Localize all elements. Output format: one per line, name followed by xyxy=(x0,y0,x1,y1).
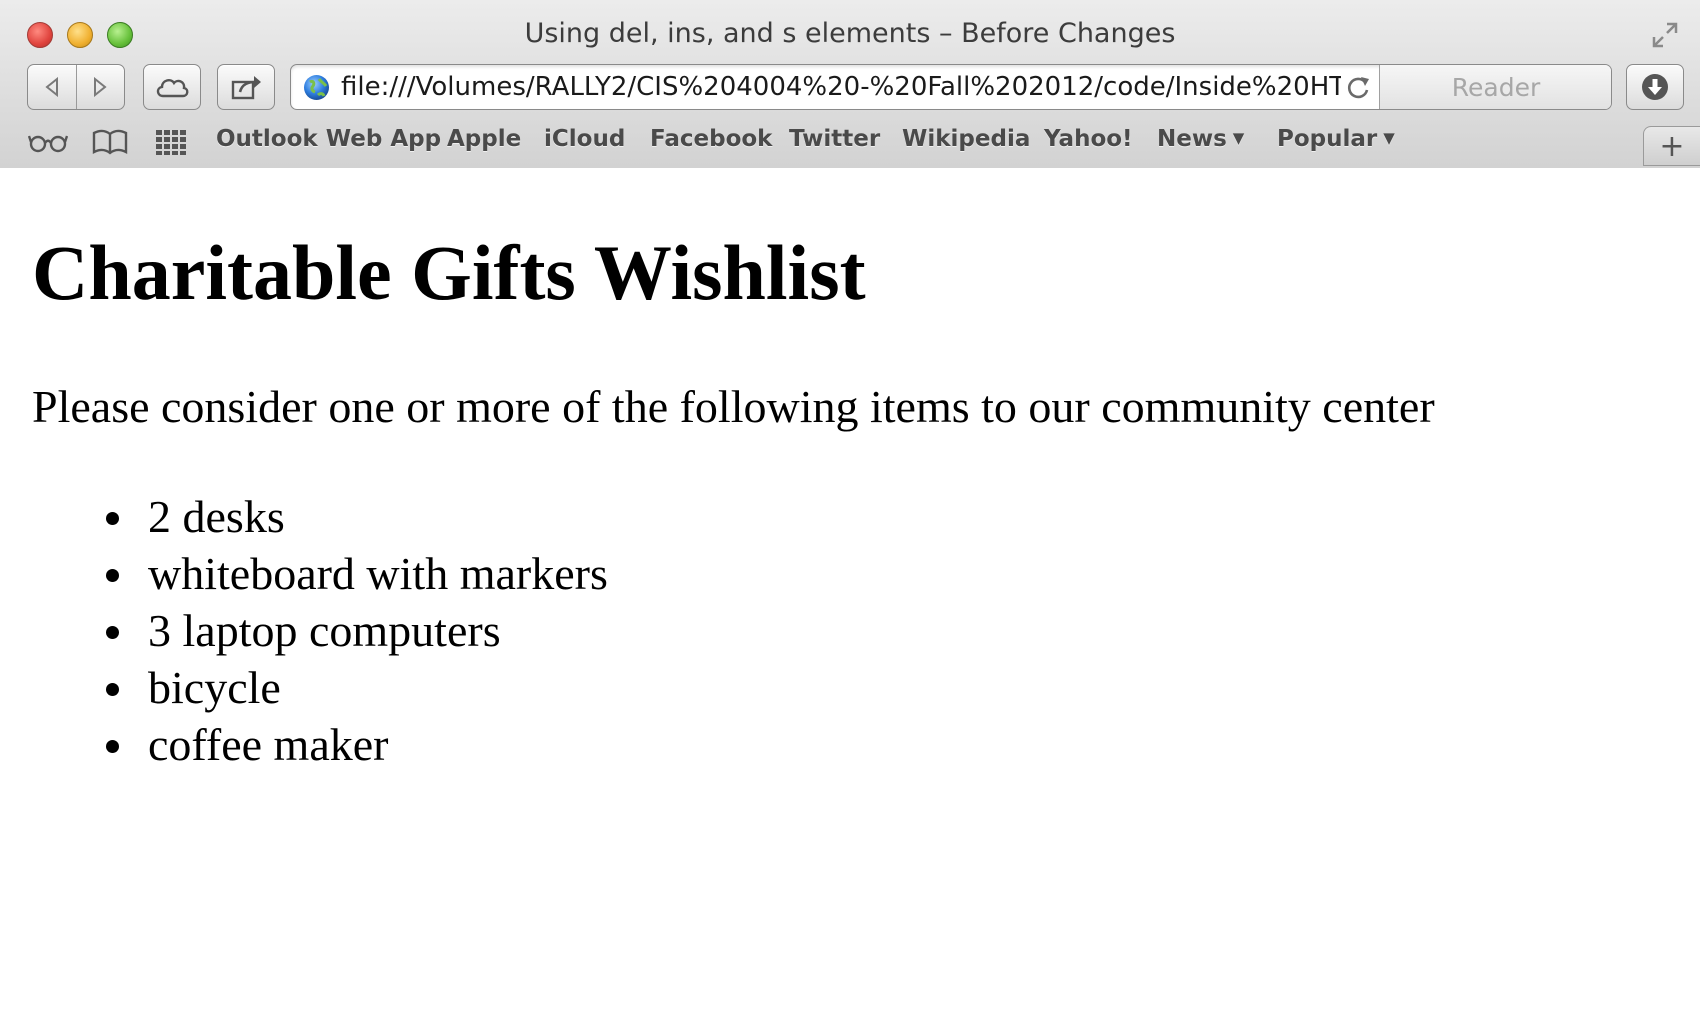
intro-paragraph: Please consider one or more of the follo… xyxy=(32,381,1435,432)
url-text[interactable]: file:///Volumes/RALLY2/CIS%204004%20-%20… xyxy=(341,72,1341,104)
bookmarks-book-icon[interactable] xyxy=(92,128,128,156)
back-arrow-icon xyxy=(45,77,58,97)
downloads-button[interactable] xyxy=(1626,64,1684,110)
browser-chrome: Using del, ins, and s elements – Before … xyxy=(0,0,1700,169)
reader-button[interactable]: Reader xyxy=(1379,65,1611,109)
download-icon xyxy=(1642,74,1668,100)
bullet xyxy=(106,740,119,753)
forward-button[interactable] xyxy=(77,65,124,109)
list-item-text: coffee maker xyxy=(148,719,389,770)
window-title: Using del, ins, and s elements – Before … xyxy=(524,18,1176,49)
reload-icon[interactable] xyxy=(1343,73,1373,103)
list-item: bicycle xyxy=(100,659,608,716)
bookmark-wikipedia[interactable]: Wikipedia xyxy=(902,126,1030,152)
bookmark-folder-popular-label: Popular xyxy=(1277,126,1378,152)
address-bar[interactable]: file:///Volumes/RALLY2/CIS%204004%20-%20… xyxy=(290,64,1612,110)
list-item-text: whiteboard with markers xyxy=(148,548,608,599)
page-content: Charitable Gifts Wishlist Please conside… xyxy=(0,168,1700,1026)
globe-icon xyxy=(303,74,330,101)
browser-window: Using del, ins, and s elements – Before … xyxy=(0,0,1700,1026)
bookmark-folder-popular[interactable]: Popular ▼ xyxy=(1277,126,1395,152)
fullscreen-icon[interactable] xyxy=(1650,20,1680,50)
forward-arrow-icon xyxy=(94,77,107,97)
bookmark-facebook[interactable]: Facebook xyxy=(650,126,772,152)
bullet xyxy=(106,683,119,696)
list-item-text: 2 desks xyxy=(148,491,285,542)
share-button[interactable] xyxy=(217,64,275,110)
list-item-text: 3 laptop computers xyxy=(148,605,501,656)
toolbar: file:///Volumes/RALLY2/CIS%204004%20-%20… xyxy=(0,62,1700,118)
list-item: coffee maker xyxy=(100,716,608,773)
bullet xyxy=(106,512,119,525)
top-sites-grid-icon[interactable] xyxy=(155,128,187,156)
bookmark-yahoo[interactable]: Yahoo! xyxy=(1044,126,1133,152)
bookmark-apple[interactable]: Apple xyxy=(447,126,521,152)
list-item: whiteboard with markers xyxy=(100,545,608,602)
bookmarks-bar: Outlook Web App Apple iCloud Facebook Tw… xyxy=(0,118,1700,166)
bookmark-outlook-web-app[interactable]: Outlook Web App xyxy=(216,126,441,152)
bookmark-folder-news[interactable]: News ▼ xyxy=(1157,126,1244,152)
page-title: Charitable Gifts Wishlist xyxy=(32,229,866,316)
wishlist: 2 desks whiteboard with markers 3 laptop… xyxy=(100,488,608,773)
chevron-down-icon: ▼ xyxy=(1232,129,1245,147)
bookmark-icloud[interactable]: iCloud xyxy=(544,126,625,152)
reading-list-icon[interactable] xyxy=(27,128,69,156)
bookmark-folder-news-label: News xyxy=(1157,126,1227,152)
list-item: 2 desks xyxy=(100,488,608,545)
back-button[interactable] xyxy=(29,65,76,109)
back-forward-control xyxy=(27,64,125,110)
list-item-text: bicycle xyxy=(148,662,281,713)
cloud-icon xyxy=(156,79,189,98)
new-tab-button[interactable]: + xyxy=(1643,126,1700,166)
list-item: 3 laptop computers xyxy=(100,602,608,659)
share-icon xyxy=(231,76,261,100)
bullet xyxy=(106,626,119,639)
chevron-down-icon: ▼ xyxy=(1383,129,1395,147)
bullet xyxy=(106,569,119,582)
icloud-tabs-button[interactable] xyxy=(143,64,201,110)
bookmark-twitter[interactable]: Twitter xyxy=(789,126,880,152)
title-bar: Using del, ins, and s elements – Before … xyxy=(0,0,1700,62)
